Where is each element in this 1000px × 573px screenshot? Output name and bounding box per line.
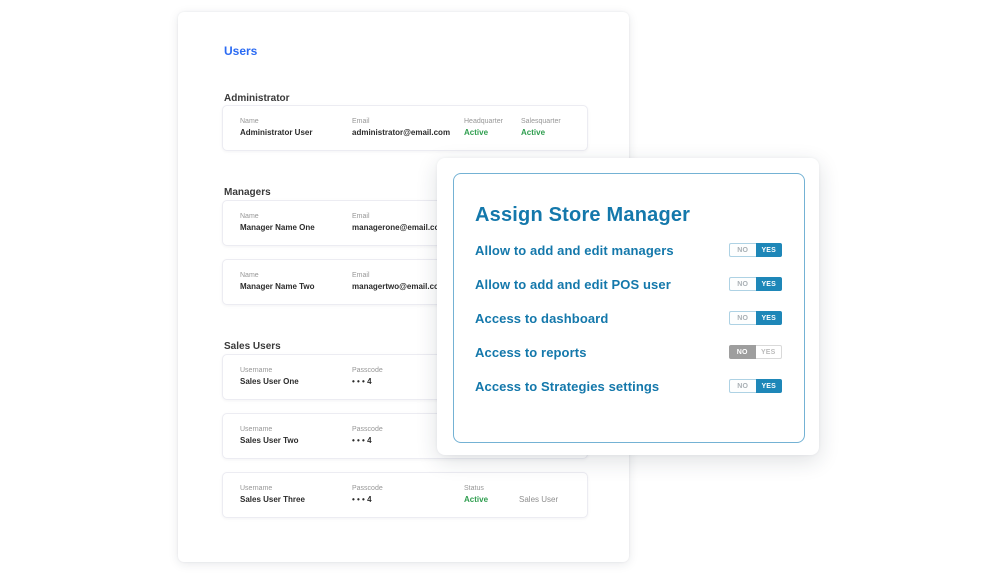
- no-yes-toggle[interactable]: NO YES: [729, 243, 782, 257]
- no-yes-toggle[interactable]: NO YES: [729, 379, 782, 393]
- field-label: Name: [240, 213, 315, 220]
- passcode-field: Passcode • • • 4: [352, 426, 383, 445]
- toggle-row-add-edit-managers: Allow to add and edit managers NO YES: [475, 242, 782, 258]
- status-badge: Active: [521, 128, 561, 137]
- page-title: Users: [224, 44, 257, 58]
- toggle-row-label: Access to Strategies settings: [475, 379, 659, 394]
- field-label: Passcode: [352, 367, 383, 374]
- username-field: Username Sales User Two: [240, 426, 299, 445]
- field-label: Email: [352, 272, 446, 279]
- field-label: Passcode: [352, 426, 383, 433]
- headquarter-field: Headquarter Active: [464, 118, 503, 137]
- toggle-no-option[interactable]: NO: [729, 311, 756, 325]
- no-yes-toggle[interactable]: NO YES: [729, 277, 782, 291]
- toggle-row-label: Allow to add and edit POS user: [475, 277, 671, 292]
- field-label: Salesquarter: [521, 118, 561, 125]
- field-label: Name: [240, 272, 315, 279]
- status-badge: Active: [464, 495, 488, 504]
- assign-store-manager-modal: Assign Store Manager Allow to add and ed…: [437, 158, 819, 455]
- section-heading-managers: Managers: [224, 187, 271, 198]
- passcode-field: Passcode • • • 4: [352, 485, 383, 504]
- field-label: Email: [352, 213, 447, 220]
- field-label: Name: [240, 118, 312, 125]
- name-field: Name Administrator User: [240, 118, 312, 137]
- field-value: Sales User Two: [240, 436, 299, 445]
- field-value: administrator@email.com: [352, 128, 450, 137]
- user-role-label: Sales User: [519, 495, 558, 504]
- field-value: Manager Name One: [240, 223, 315, 232]
- field-value: • • • 4: [352, 436, 383, 445]
- toggle-no-option[interactable]: NO: [729, 277, 756, 291]
- field-value: Administrator User: [240, 128, 312, 137]
- section-heading-sales-users: Sales Users: [224, 341, 281, 352]
- field-label: Username: [240, 367, 299, 374]
- field-value: managerone@email.com: [352, 223, 447, 232]
- sales-user-card[interactable]: Username Sales User Three Passcode • • •…: [222, 472, 588, 518]
- no-yes-toggle[interactable]: NO YES: [729, 311, 782, 325]
- name-field: Name Manager Name One: [240, 213, 315, 232]
- field-value: Sales User Three: [240, 495, 305, 504]
- toggle-row-add-edit-pos-user: Allow to add and edit POS user NO YES: [475, 276, 782, 292]
- toggle-no-option[interactable]: NO: [729, 243, 756, 257]
- field-label: Username: [240, 426, 299, 433]
- toggle-row-label: Access to reports: [475, 345, 587, 360]
- toggle-no-option[interactable]: NO: [729, 379, 756, 393]
- toggle-row-access-strategies-settings: Access to Strategies settings NO YES: [475, 378, 782, 394]
- username-field: Username Sales User One: [240, 367, 299, 386]
- passcode-field: Passcode • • • 4: [352, 367, 383, 386]
- toggle-yes-option[interactable]: YES: [756, 345, 783, 359]
- toggle-yes-option[interactable]: YES: [756, 311, 783, 325]
- email-field: Email administrator@email.com: [352, 118, 450, 137]
- toggle-row-label: Allow to add and edit managers: [475, 243, 674, 258]
- field-label: Headquarter: [464, 118, 503, 125]
- name-field: Name Manager Name Two: [240, 272, 315, 291]
- field-label: Username: [240, 485, 305, 492]
- field-value: • • • 4: [352, 377, 383, 386]
- modal-inner-frame: Assign Store Manager Allow to add and ed…: [453, 173, 805, 443]
- field-value: Manager Name Two: [240, 282, 315, 291]
- status-badge: Active: [464, 128, 503, 137]
- toggle-yes-option[interactable]: YES: [756, 243, 783, 257]
- toggle-no-option[interactable]: NO: [729, 345, 756, 359]
- field-label: Passcode: [352, 485, 383, 492]
- toggle-row-access-dashboard: Access to dashboard NO YES: [475, 310, 782, 326]
- modal-title: Assign Store Manager: [475, 204, 690, 227]
- admin-user-card[interactable]: Name Administrator User Email administra…: [222, 105, 588, 151]
- field-value: Sales User One: [240, 377, 299, 386]
- field-value: managertwo@email.com: [352, 282, 446, 291]
- field-value: • • • 4: [352, 495, 383, 504]
- field-label: Email: [352, 118, 450, 125]
- section-heading-administrator: Administrator: [224, 93, 290, 104]
- salesquarter-field: Salesquarter Active: [521, 118, 561, 137]
- toggle-row-label: Access to dashboard: [475, 311, 608, 326]
- email-field: Email managertwo@email.com: [352, 272, 446, 291]
- username-field: Username Sales User Three: [240, 485, 305, 504]
- toggle-yes-option[interactable]: YES: [756, 277, 783, 291]
- email-field: Email managerone@email.com: [352, 213, 447, 232]
- toggle-row-access-reports: Access to reports NO YES: [475, 344, 782, 360]
- toggle-yes-option[interactable]: YES: [756, 379, 783, 393]
- field-label: Status: [464, 485, 488, 492]
- no-yes-toggle[interactable]: NO YES: [729, 345, 782, 359]
- status-field: Status Active: [464, 485, 488, 504]
